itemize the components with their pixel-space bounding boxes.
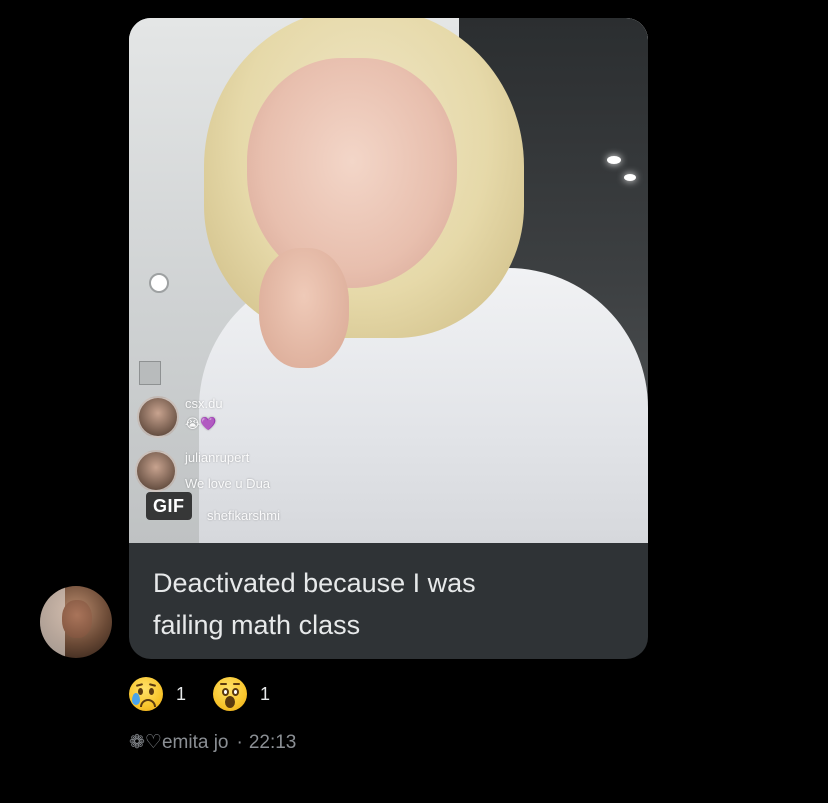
gif-person-hand xyxy=(259,248,349,368)
meta-separator: · xyxy=(236,732,243,753)
live-comment-user: csx.du xyxy=(185,396,223,411)
reaction-count: 1 xyxy=(176,684,187,704)
message-time: 22:13 xyxy=(248,732,297,753)
astonished-face-emoji-icon xyxy=(213,677,247,711)
gif-media[interactable]: csx.du 😭💜 julianrupert We love u Dua she… xyxy=(129,18,648,543)
gif-badge: GIF xyxy=(146,492,192,520)
live-comment-text: We love u Dua xyxy=(185,476,271,491)
gif-person-face xyxy=(247,58,457,288)
message-text-line: Deactivated because I was xyxy=(153,568,476,598)
message-text-line: failing math class xyxy=(153,610,361,640)
live-comment-user: julianrupert xyxy=(185,450,250,465)
reaction-count: 1 xyxy=(260,684,271,704)
ceiling-light xyxy=(607,156,621,164)
live-comment-avatar xyxy=(135,450,177,492)
message-text: Deactivated because I was failing math c… xyxy=(153,562,633,646)
crying-face-emoji-icon xyxy=(129,677,163,711)
avatar-face xyxy=(62,600,92,638)
live-comment-user: shefikarshmi xyxy=(207,508,280,523)
ceiling-light xyxy=(624,174,636,181)
message-bubble[interactable]: csx.du 😭💜 julianrupert We love u Dua she… xyxy=(129,18,648,659)
wall-outlet xyxy=(149,273,169,293)
sender-name[interactable]: ❁♡emita jo xyxy=(129,732,228,753)
dm-conversation: csx.du 😭💜 julianrupert We love u Dua she… xyxy=(0,0,828,803)
live-comment-text: 😭💜 xyxy=(185,416,217,431)
live-comment-avatar xyxy=(137,396,179,438)
message-meta: ❁♡emita jo · 22:13 xyxy=(129,732,296,754)
wall-switch xyxy=(139,361,161,385)
sender-avatar[interactable] xyxy=(40,586,112,658)
